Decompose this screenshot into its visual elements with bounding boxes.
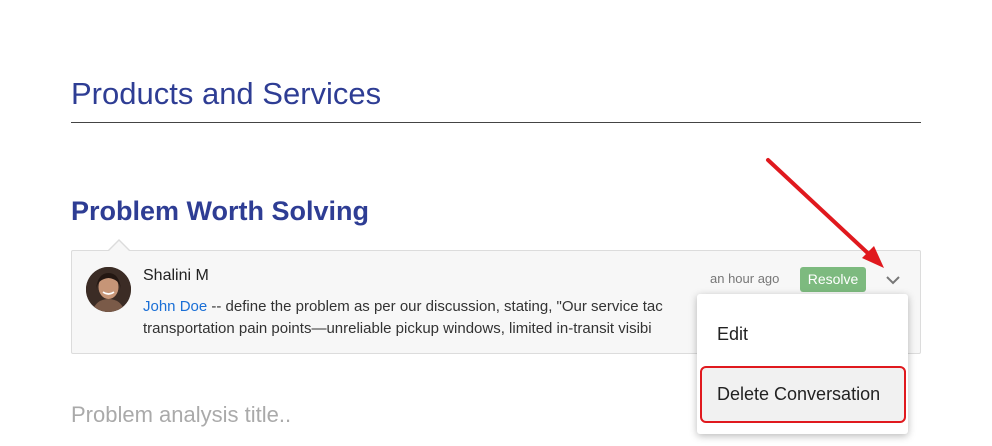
- annotation-arrow: [766, 158, 884, 268]
- page: Products and Services Problem Worth Solv…: [0, 0, 992, 446]
